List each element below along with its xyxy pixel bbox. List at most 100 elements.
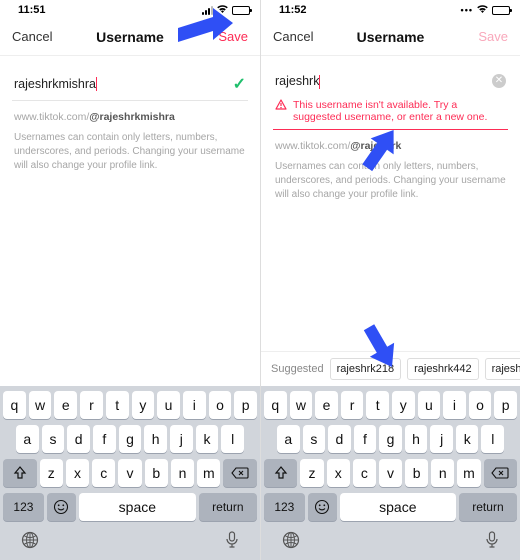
key-m[interactable]: m: [457, 459, 480, 487]
return-key[interactable]: return: [199, 493, 257, 521]
key-s[interactable]: s: [42, 425, 65, 453]
keyboard-row-3-letters: zxcvbnm: [300, 459, 480, 487]
keyboard-row-3-letters: zxcvbnm: [40, 459, 221, 487]
key-k[interactable]: k: [456, 425, 479, 453]
error-text: This username isn't available. Try a sug…: [293, 99, 506, 123]
globe-icon[interactable]: [21, 531, 39, 554]
key-i[interactable]: i: [183, 391, 206, 419]
profile-url-preview: www.tiktok.com/@rajeshrkmishra: [12, 101, 248, 123]
key-z[interactable]: z: [300, 459, 323, 487]
key-q[interactable]: q: [3, 391, 26, 419]
checkmark-icon: ✓: [233, 74, 246, 94]
key-c[interactable]: c: [353, 459, 376, 487]
key-h[interactable]: h: [405, 425, 428, 453]
key-j[interactable]: j: [430, 425, 453, 453]
battery-icon: [232, 6, 250, 15]
key-u[interactable]: u: [157, 391, 180, 419]
key-l[interactable]: l: [221, 425, 244, 453]
warning-icon: [275, 99, 287, 111]
key-g[interactable]: g: [379, 425, 402, 453]
key-u[interactable]: u: [418, 391, 441, 419]
key-d[interactable]: d: [67, 425, 90, 453]
key-b[interactable]: b: [145, 459, 168, 487]
key-y[interactable]: y: [132, 391, 155, 419]
key-a[interactable]: a: [277, 425, 300, 453]
page-title: Username: [357, 29, 425, 45]
key-g[interactable]: g: [119, 425, 142, 453]
key-y[interactable]: y: [392, 391, 415, 419]
key-q[interactable]: q: [264, 391, 287, 419]
backspace-key[interactable]: [223, 459, 257, 487]
key-j[interactable]: j: [170, 425, 193, 453]
key-m[interactable]: m: [197, 459, 220, 487]
key-k[interactable]: k: [196, 425, 219, 453]
key-b[interactable]: b: [405, 459, 428, 487]
key-r[interactable]: r: [341, 391, 364, 419]
key-h[interactable]: h: [144, 425, 167, 453]
key-v[interactable]: v: [379, 459, 402, 487]
content-area: rajeshrkmishra ✓ www.tiktok.com/@rajeshr…: [0, 56, 260, 386]
username-input-row[interactable]: rajeshrkmishra ✓: [12, 56, 248, 101]
mic-icon[interactable]: [225, 531, 239, 554]
status-time: 11:51: [18, 4, 46, 16]
numbers-key[interactable]: 123: [264, 493, 305, 521]
key-f[interactable]: f: [354, 425, 377, 453]
key-p[interactable]: p: [234, 391, 257, 419]
keyboard-row-4: 123 space return: [264, 493, 517, 521]
nav-bar: Cancel Username Save: [261, 18, 520, 56]
key-c[interactable]: c: [92, 459, 115, 487]
key-w[interactable]: w: [290, 391, 313, 419]
save-button[interactable]: Save: [200, 29, 248, 44]
shift-key[interactable]: [3, 459, 37, 487]
key-v[interactable]: v: [118, 459, 141, 487]
space-key[interactable]: space: [340, 493, 456, 521]
page-title: Username: [96, 29, 164, 45]
key-i[interactable]: i: [443, 391, 466, 419]
key-x[interactable]: x: [327, 459, 350, 487]
key-a[interactable]: a: [16, 425, 39, 453]
backspace-key[interactable]: [484, 459, 517, 487]
key-t[interactable]: t: [106, 391, 129, 419]
suggested-username-chip[interactable]: rajeshrk218: [330, 358, 401, 380]
text-caret: [96, 77, 97, 91]
emoji-key[interactable]: [47, 493, 76, 521]
key-w[interactable]: w: [29, 391, 52, 419]
numbers-key[interactable]: 123: [3, 493, 44, 521]
keyboard-row-3: zxcvbnm: [3, 459, 257, 487]
shift-key[interactable]: [264, 459, 297, 487]
mic-icon[interactable]: [485, 531, 499, 554]
globe-icon[interactable]: [282, 531, 300, 554]
clear-input-icon[interactable]: ✕: [492, 74, 506, 88]
key-n[interactable]: n: [171, 459, 194, 487]
cancel-button[interactable]: Cancel: [12, 29, 60, 44]
space-key[interactable]: space: [79, 493, 196, 521]
key-e[interactable]: e: [54, 391, 77, 419]
key-s[interactable]: s: [303, 425, 326, 453]
key-t[interactable]: t: [366, 391, 389, 419]
key-o[interactable]: o: [469, 391, 492, 419]
username-input[interactable]: rajeshrk: [275, 74, 492, 89]
key-n[interactable]: n: [431, 459, 454, 487]
ios-keyboard: qwertyuiop asdfghjkl zxcvbnm 123 space r…: [261, 386, 520, 560]
key-p[interactable]: p: [494, 391, 517, 419]
cancel-button[interactable]: Cancel: [273, 29, 321, 44]
username-input[interactable]: rajeshrkmishra: [14, 77, 233, 92]
keyboard-row-2: asdfghjkl: [3, 425, 257, 453]
username-input-row[interactable]: rajeshrk ✕: [273, 56, 508, 93]
username-hint: Usernames can contain only letters, numb…: [273, 152, 508, 202]
key-e[interactable]: e: [315, 391, 338, 419]
key-x[interactable]: x: [66, 459, 89, 487]
key-r[interactable]: r: [80, 391, 103, 419]
keyboard-bottom-bar: [264, 527, 517, 560]
emoji-key[interactable]: [308, 493, 337, 521]
key-f[interactable]: f: [93, 425, 116, 453]
key-d[interactable]: d: [328, 425, 351, 453]
suggested-username-chip[interactable]: rajeshrk442: [407, 358, 478, 380]
status-time: 11:52: [279, 4, 307, 16]
status-bar: 11:51: [0, 0, 260, 18]
return-key[interactable]: return: [459, 493, 517, 521]
suggested-username-chip[interactable]: rajeshrk452: [485, 358, 520, 380]
key-o[interactable]: o: [209, 391, 232, 419]
key-l[interactable]: l: [481, 425, 504, 453]
key-z[interactable]: z: [40, 459, 63, 487]
